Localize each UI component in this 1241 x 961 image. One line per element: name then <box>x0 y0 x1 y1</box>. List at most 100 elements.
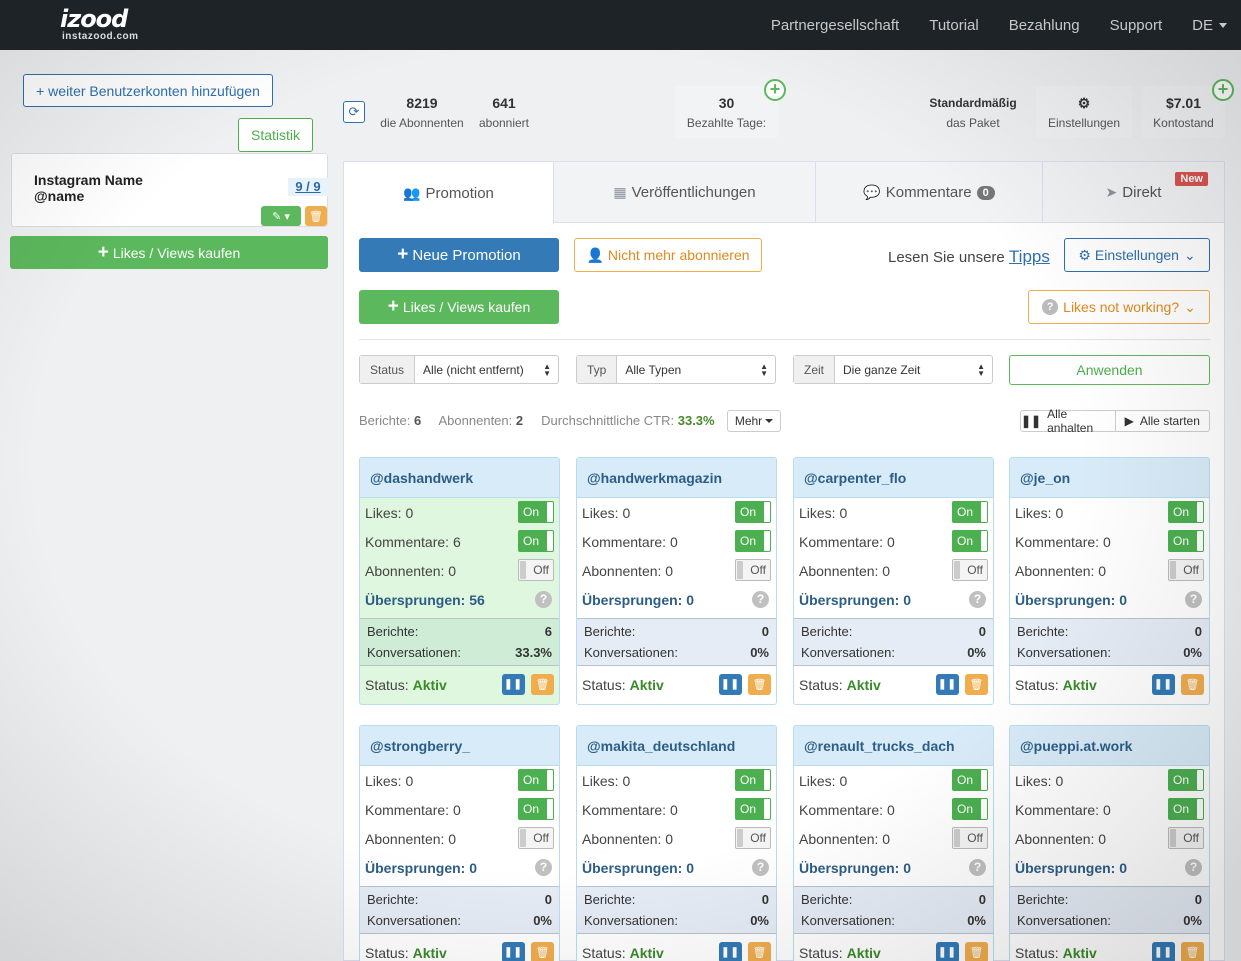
nav-link-payment[interactable]: Bezahlung <box>1009 17 1080 34</box>
pause-button[interactable]: ❚❚ <box>502 674 525 695</box>
account-card[interactable]: Instagram Name @name 9 / 9 ✎ ▾ 🗑 <box>11 153 328 227</box>
nav-link-tutorial[interactable]: Tutorial <box>929 17 978 34</box>
tab-direct[interactable]: ➤ Direkt New <box>1043 162 1224 223</box>
more-dropdown-button[interactable]: Mehr <box>727 410 781 432</box>
pause-all-button[interactable]: ❚❚ Alle anhalten <box>1021 407 1116 435</box>
delete-button[interactable]: 🗑 <box>748 674 771 695</box>
card-header[interactable]: @renault_trucks_dach <box>794 726 993 766</box>
card-header[interactable]: @handwerkmagazin <box>577 458 776 498</box>
followers-value: 8219 <box>406 95 438 111</box>
pause-button[interactable]: ❚❚ <box>936 674 959 695</box>
followers-toggle[interactable]: Off <box>952 559 988 581</box>
likes-toggle[interactable]: On <box>952 501 988 523</box>
pause-icon: ❚❚ <box>504 679 523 690</box>
nav-link-support[interactable]: Support <box>1110 17 1163 34</box>
time-filter[interactable]: Zeit Die ganze Zeit ▲ ▼ <box>793 355 993 384</box>
followers-toggle[interactable]: Off <box>1168 559 1204 581</box>
comments-toggle[interactable]: On <box>735 798 771 820</box>
nav-link-partner[interactable]: Partnergesellschaft <box>771 17 899 34</box>
likes-toggle[interactable]: On <box>1168 501 1204 523</box>
delete-account-button[interactable]: 🗑 <box>305 206 327 226</box>
help-icon[interactable]: ? <box>535 591 552 608</box>
followers-toggle[interactable]: Off <box>518 827 554 849</box>
delete-button[interactable]: 🗑 <box>748 942 771 961</box>
card-header[interactable]: @je_on <box>1010 458 1209 498</box>
tips-link[interactable]: Tipps <box>1009 247 1050 266</box>
likes-toggle[interactable]: On <box>518 769 554 791</box>
status-filter-select[interactable]: Alle (nicht entfernt) ▲ ▼ <box>415 356 558 383</box>
apply-filter-button[interactable]: Anwenden <box>1009 355 1210 385</box>
delete-button[interactable]: 🗑 <box>531 942 554 961</box>
settings-stat[interactable]: ⚙ Einstellungen <box>1036 94 1132 131</box>
new-promotion-button[interactable]: + Neue Promotion <box>359 238 559 272</box>
help-icon[interactable]: ? <box>1185 591 1202 608</box>
card-header[interactable]: @makita_deutschland <box>577 726 776 766</box>
card-header[interactable]: @carpenter_flo <box>794 458 993 498</box>
help-icon[interactable]: ? <box>535 859 552 876</box>
delete-button[interactable]: 🗑 <box>1181 942 1204 961</box>
comments-toggle[interactable]: On <box>952 530 988 552</box>
skipped-row: Übersprungen: 0? <box>1010 585 1209 614</box>
unsubscribe-button[interactable]: 👤 Nicht mehr abonnieren <box>574 238 762 272</box>
help-icon[interactable]: ? <box>752 859 769 876</box>
card-header[interactable]: @strongberry_ <box>360 726 559 766</box>
likes-toggle[interactable]: On <box>735 501 771 523</box>
likes-not-working-button[interactable]: ? Likes not working? ⌄ <box>1028 290 1210 324</box>
likes-toggle[interactable]: On <box>1168 769 1204 791</box>
comments-toggle[interactable]: On <box>518 798 554 820</box>
edit-account-button[interactable]: ✎ ▾ <box>261 206 301 226</box>
card-footer: Status: Aktiv ❚❚ 🗑 <box>794 934 993 961</box>
start-all-button[interactable]: ▶ Alle starten <box>1116 411 1210 431</box>
tab-promotion[interactable]: 👥 Promotion <box>344 162 554 224</box>
settings-dropdown-button[interactable]: ⚙ Einstellungen ⌄ <box>1064 238 1210 272</box>
refresh-button[interactable]: ⟳ <box>343 101 365 123</box>
card-header[interactable]: @dashandwerk <box>360 458 559 498</box>
followers-toggle[interactable]: Off <box>1168 827 1204 849</box>
card-header[interactable]: @pueppi.at.work <box>1010 726 1209 766</box>
add-days-button[interactable]: + <box>764 79 786 101</box>
followers-toggle[interactable]: Off <box>735 559 771 581</box>
comments-toggle[interactable]: On <box>1168 798 1204 820</box>
pause-button[interactable]: ❚❚ <box>502 942 525 961</box>
help-icon[interactable]: ? <box>1185 859 1202 876</box>
type-filter[interactable]: Typ Alle Typen ▲ ▼ <box>576 355 776 384</box>
pause-button[interactable]: ❚❚ <box>719 674 742 695</box>
conversions-value: 0% <box>967 913 986 928</box>
likes-toggle[interactable]: On <box>952 769 988 791</box>
delete-button[interactable]: 🗑 <box>965 674 988 695</box>
pause-button[interactable]: ❚❚ <box>1152 942 1175 961</box>
buy-likes-sidebar-button[interactable]: + Likes / Views kaufen <box>10 236 328 269</box>
status-filter[interactable]: Status Alle (nicht entfernt) ▲ ▼ <box>359 355 559 384</box>
help-icon[interactable]: ? <box>752 591 769 608</box>
followers-value: 0 <box>665 830 674 847</box>
add-balance-button[interactable]: + <box>1212 79 1234 101</box>
delete-button[interactable]: 🗑 <box>1181 674 1204 695</box>
help-icon[interactable]: ? <box>969 591 986 608</box>
followers-toggle[interactable]: Off <box>952 827 988 849</box>
followers-toggle[interactable]: Off <box>518 559 554 581</box>
account-count-link[interactable]: 9 / 9 <box>288 178 328 196</box>
time-filter-select[interactable]: Die ganze Zeit ▲ ▼ <box>835 356 992 383</box>
reports-value: 0 <box>1194 892 1202 907</box>
comments-toggle[interactable]: On <box>735 530 771 552</box>
pause-button[interactable]: ❚❚ <box>719 942 742 961</box>
buy-likes-button[interactable]: + Likes / Views kaufen <box>359 290 559 324</box>
type-filter-select[interactable]: Alle Typen ▲ ▼ <box>617 356 775 383</box>
likes-toggle[interactable]: On <box>735 769 771 791</box>
language-dropdown[interactable]: DE <box>1192 17 1227 34</box>
logo[interactable]: izood instazood.com <box>60 6 139 42</box>
tab-posts[interactable]: ▦ Veröffentlichungen <box>554 162 816 223</box>
comments-toggle[interactable]: On <box>1168 530 1204 552</box>
help-icon[interactable]: ? <box>969 859 986 876</box>
delete-button[interactable]: 🗑 <box>531 674 554 695</box>
pause-button[interactable]: ❚❚ <box>1152 674 1175 695</box>
add-account-button[interactable]: + weiter Benutzerkonten hinzufügen <box>23 74 273 107</box>
pause-button[interactable]: ❚❚ <box>936 942 959 961</box>
delete-button[interactable]: 🗑 <box>965 942 988 961</box>
followers-toggle[interactable]: Off <box>735 827 771 849</box>
comments-toggle[interactable]: On <box>952 798 988 820</box>
statistik-button[interactable]: Statistik <box>238 118 313 152</box>
tab-comments[interactable]: 💬 Kommentare 0 <box>816 162 1043 223</box>
likes-toggle[interactable]: On <box>518 501 554 523</box>
comments-toggle[interactable]: On <box>518 530 554 552</box>
